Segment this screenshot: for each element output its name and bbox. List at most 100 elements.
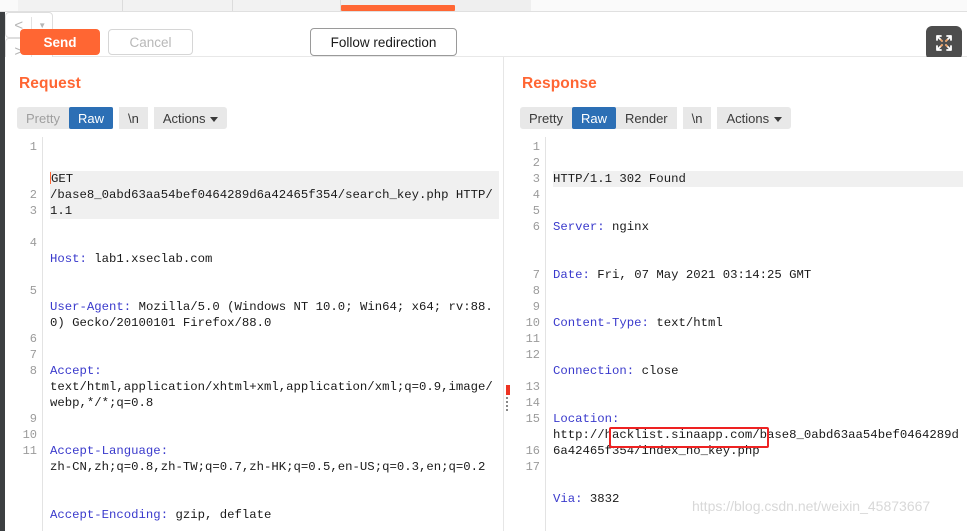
line-number: 9 xyxy=(532,300,540,314)
response-header-location: Location: http://hacklist.sinaapp.com/bas… xyxy=(553,411,963,459)
wrap-spacer xyxy=(17,251,37,267)
request-editor[interactable]: 1 2 3 4 5 6 7 8 9 10 11 GET /base8_0abd6… xyxy=(17,137,499,531)
wrap-spacer xyxy=(17,395,37,411)
response-line-gutter: 1 2 3 4 5 6 7 8 9 10 11 12 13 14 15 16 1… xyxy=(520,137,546,531)
header-value: lab1.xseclab.com xyxy=(86,252,213,266)
request-line-gutter: 1 2 3 4 5 6 7 8 9 10 11 xyxy=(17,137,43,531)
burp-repeater-window: Send Cancel < ▼ > ▼ Follow redirection xyxy=(0,0,967,531)
line-number: 6 xyxy=(532,220,540,234)
response-code-area[interactable]: HTTP/1.1 302 Found Server: nginx Date: F… xyxy=(546,137,963,531)
breakpoint-marker xyxy=(506,397,508,411)
header-value: text/html,application/xhtml+xml,applicat… xyxy=(50,380,493,410)
response-actions-label: Actions xyxy=(726,110,770,126)
line-number: 8 xyxy=(29,364,37,378)
response-panel-title: Response xyxy=(522,75,597,92)
header-value-text: http://hacklist.sinaapp.com/base8_0abd63… xyxy=(553,428,959,458)
line-number: 11 xyxy=(22,444,37,458)
header-value: gzip, deflate xyxy=(168,508,272,522)
wrap-spacer xyxy=(520,427,540,443)
line-number: 1 xyxy=(532,140,540,154)
header-name: Accept-Encoding: xyxy=(50,508,169,522)
wrap-spacer xyxy=(17,171,37,187)
line-number: 4 xyxy=(29,236,37,250)
request-subtab-bar: Pretty Raw \n Actions xyxy=(17,107,228,129)
tab-strip xyxy=(0,0,967,12)
line-number: 4 xyxy=(532,188,540,202)
header-value-text: nginx xyxy=(612,220,649,234)
tab-slot-1[interactable] xyxy=(18,0,123,11)
header-name: Content-Type: xyxy=(553,316,649,330)
tab-response-render[interactable]: Render xyxy=(616,107,677,129)
expand-arrows-icon[interactable] xyxy=(926,26,962,60)
line-number: 8 xyxy=(532,284,540,298)
send-button[interactable]: Send xyxy=(20,29,100,55)
request-actions-menu[interactable]: Actions xyxy=(154,107,228,129)
request-line-1: GET /base8_0abd63aa54bef0464289d6a42465f… xyxy=(50,171,499,219)
follow-redirection-button[interactable]: Follow redirection xyxy=(310,28,457,56)
spacer xyxy=(676,107,683,129)
line-number: 15 xyxy=(525,412,540,426)
header-name: User-Agent: xyxy=(50,300,132,314)
response-editor[interactable]: 1 2 3 4 5 6 7 8 9 10 11 12 13 14 15 16 1… xyxy=(520,137,963,531)
request-line-2: Host: lab1.xseclab.com xyxy=(50,251,499,267)
request-code-area[interactable]: GET /base8_0abd63aa54bef0464289d6a42465f… xyxy=(43,137,499,531)
tab-request-raw[interactable]: Raw xyxy=(68,107,113,129)
header-name: Accept: xyxy=(50,364,102,378)
line-number: 16 xyxy=(525,444,540,458)
wrap-spacer xyxy=(17,219,37,235)
response-panel: Response Pretty Raw Render \n Actions 1 … xyxy=(506,57,967,531)
header-value-text: text/html xyxy=(656,316,723,330)
line-number: 1 xyxy=(29,140,37,154)
tab-slot-2[interactable] xyxy=(123,0,233,11)
header-name: Server: xyxy=(553,220,605,234)
tab-slot-3[interactable] xyxy=(233,0,341,11)
line-number: 14 xyxy=(525,396,540,410)
request-line-5: Accept-Language: zh-CN,zh;q=0.8,zh-TW;q=… xyxy=(50,443,499,475)
response-header-server: Server: nginx xyxy=(553,219,963,235)
cancel-button[interactable]: Cancel xyxy=(108,29,193,55)
line-number: 2 xyxy=(29,188,37,202)
chevron-down-icon xyxy=(210,116,219,122)
line-number: 10 xyxy=(22,428,37,442)
line-number: 11 xyxy=(525,332,540,346)
response-actions-menu[interactable]: Actions xyxy=(717,107,791,129)
chevron-down-icon xyxy=(774,116,783,122)
header-value: zh-CN,zh;q=0.8,zh-TW;q=0.7,zh-HK;q=0.5,e… xyxy=(50,460,486,474)
tab-response-raw[interactable]: Raw xyxy=(571,107,616,129)
header-name: Accept-Language: xyxy=(50,444,169,458)
line-number: 5 xyxy=(532,204,540,218)
header-name: Date: xyxy=(553,268,590,282)
request-panel: Request Pretty Raw \n Actions 1 2 3 4 5 … xyxy=(5,57,503,531)
header-name: Location: xyxy=(553,412,620,426)
header-name: Host: xyxy=(50,252,87,266)
header-value-text: close xyxy=(641,364,679,378)
request-actions-label: Actions xyxy=(162,110,206,126)
response-header-connection: Connection: close xyxy=(553,363,963,379)
line-number: 17 xyxy=(525,460,540,474)
request-line-4: Accept: text/html,application/xhtml+xml,… xyxy=(50,363,499,411)
request-panel-title: Request xyxy=(19,75,81,92)
header-value xyxy=(605,220,612,234)
tab-response-newline[interactable]: \n xyxy=(683,107,712,129)
response-subtab-bar: Pretty Raw Render \n Actions xyxy=(520,107,792,129)
tab-request-newline[interactable]: \n xyxy=(119,107,148,129)
line-number: 9 xyxy=(29,412,37,426)
response-header-date: Date: Fri, 07 May 2021 03:14:25 GMT xyxy=(553,267,963,283)
watermark-text: https://blog.csdn.net/weixin_45873667 xyxy=(692,498,931,514)
tab-request-pretty[interactable]: Pretty xyxy=(17,107,69,129)
request-line-6: Accept-Encoding: gzip, deflate xyxy=(50,507,499,523)
line-number: 5 xyxy=(29,284,37,298)
wrap-spacer xyxy=(17,299,37,315)
tab-response-pretty[interactable]: Pretty xyxy=(520,107,572,129)
header-value-text: 3832 xyxy=(589,492,620,506)
search-hit-marker xyxy=(506,385,510,395)
panel-divider[interactable] xyxy=(503,57,504,531)
line-number: 10 xyxy=(525,316,540,330)
spacer xyxy=(147,107,154,129)
wrap-spacer xyxy=(520,251,540,267)
line-number: 7 xyxy=(532,268,540,282)
header-name: Via: xyxy=(553,492,583,506)
wrap-spacer xyxy=(17,315,37,331)
request-line-3: User-Agent: Mozilla/5.0 (Windows NT 10.0… xyxy=(50,299,499,331)
wrap-spacer xyxy=(17,379,37,395)
